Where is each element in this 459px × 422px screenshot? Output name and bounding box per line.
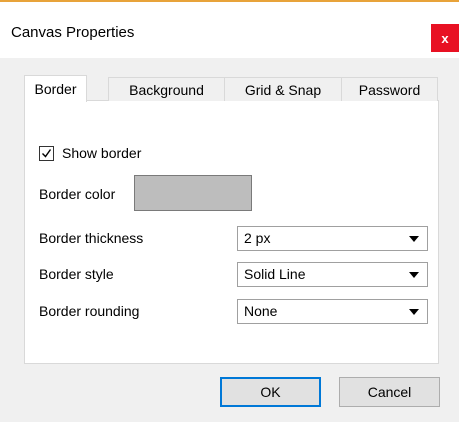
window-top-accent xyxy=(0,0,459,2)
tab-background[interactable]: Background xyxy=(108,77,225,101)
show-border-label: Show border xyxy=(62,145,142,161)
border-style-label: Border style xyxy=(39,266,114,282)
cancel-button[interactable]: Cancel xyxy=(339,377,440,407)
dropdown-arrow-icon xyxy=(409,236,419,242)
close-button[interactable]: x xyxy=(431,24,459,52)
border-rounding-value: None xyxy=(244,303,278,319)
tab-border[interactable]: Border xyxy=(24,75,87,102)
tab-grid-snap[interactable]: Grid & Snap xyxy=(224,77,342,101)
dialog-title: Canvas Properties xyxy=(11,24,135,41)
border-rounding-label: Border rounding xyxy=(39,303,140,319)
checkmark-icon xyxy=(42,149,52,158)
dropdown-arrow-icon xyxy=(409,309,419,315)
border-color-button[interactable] xyxy=(134,175,252,211)
border-style-select[interactable]: Solid Line xyxy=(237,262,428,287)
border-thickness-label: Border thickness xyxy=(39,230,144,246)
border-color-label: Border color xyxy=(39,186,116,202)
show-border-checkbox[interactable] xyxy=(39,146,54,161)
border-rounding-select[interactable]: None xyxy=(237,299,428,324)
border-thickness-value: 2 px xyxy=(244,230,271,246)
border-thickness-select[interactable]: 2 px xyxy=(237,226,428,251)
border-style-value: Solid Line xyxy=(244,266,306,282)
dropdown-arrow-icon xyxy=(409,272,419,278)
ok-button[interactable]: OK xyxy=(220,377,321,407)
tab-password[interactable]: Password xyxy=(341,77,438,101)
